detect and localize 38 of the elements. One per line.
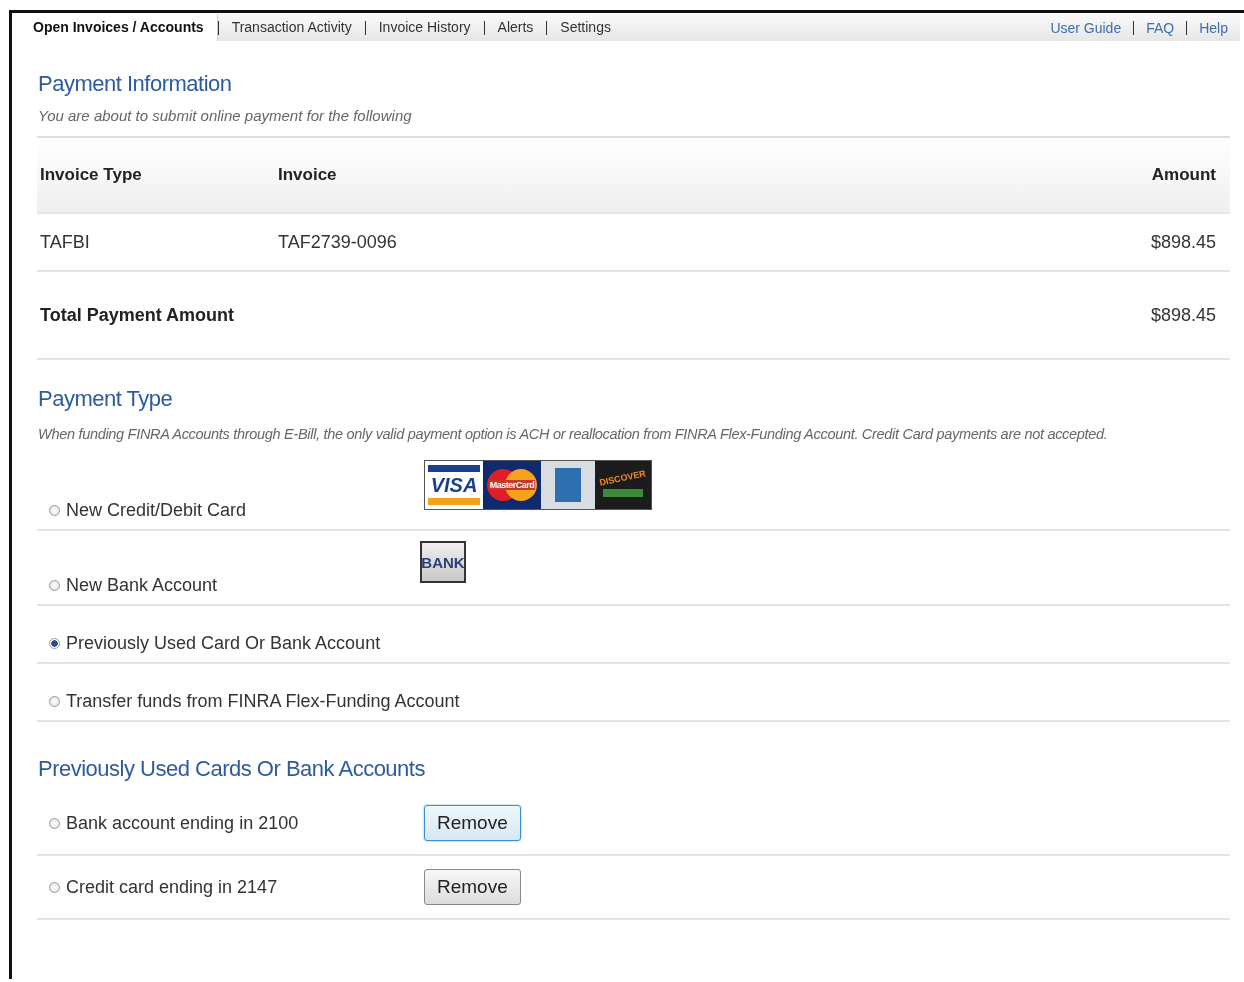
radio-button[interactable] [49, 638, 60, 649]
help-link[interactable]: Help [1187, 19, 1240, 36]
account-label: Credit card ending in 2147 [66, 876, 278, 898]
remove-button[interactable]: Remove [424, 805, 521, 841]
tab[interactable]: Open Invoices / Accounts [20, 14, 218, 41]
option-label: Previously Used Card Or Bank Account [66, 633, 381, 654]
tab[interactable]: Transaction Activity [218, 14, 365, 41]
radio-button[interactable] [49, 881, 60, 893]
column-header: Amount [1151, 165, 1217, 185]
account-label: Bank account ending in 2100 [66, 812, 299, 834]
section-title: Previously Used Cards Or Bank Accounts [38, 756, 426, 782]
table-cell-text: TAF2739-0096 [278, 231, 398, 253]
radio-button[interactable] [49, 696, 60, 707]
option-label: New Credit/Debit Card [66, 500, 247, 521]
radio-button[interactable] [49, 580, 60, 591]
payment-note: When funding FINRA Accounts through E-Bill, the only valid payment option is ACH or reallocation from FINRA Flex-Funding Account. Credit Card payments are not accepted. [38, 426, 1109, 442]
radio-button[interactable] [49, 505, 60, 516]
option-label: New Bank Account [66, 575, 218, 596]
total-amount: $898.45 [1150, 304, 1217, 326]
section-title: Payment Information [38, 71, 233, 97]
card-logo: MasterCard [483, 461, 541, 509]
tab[interactable]: Invoice History [365, 14, 484, 41]
card-logo [541, 461, 595, 509]
section-title: Payment Type [38, 386, 174, 412]
total-label: Total Payment Amount [39, 304, 235, 326]
tab[interactable]: Settings [547, 14, 624, 41]
table-cell-text: $898.45 [1150, 231, 1217, 253]
bank-logo: BANK [420, 541, 466, 583]
section-subtitle: You are about to submit online payment for the following [38, 107, 413, 124]
table-cell-text: TAFBI [39, 231, 91, 253]
radio-button[interactable] [49, 817, 60, 829]
column-header: Invoice Type [39, 165, 143, 185]
remove-button[interactable]: Remove [424, 869, 521, 905]
help-link[interactable]: FAQ [1134, 19, 1187, 36]
help-link[interactable]: User Guide [1038, 19, 1134, 36]
tab[interactable]: Alerts [484, 14, 547, 41]
column-header: Invoice [278, 165, 338, 185]
option-label: Transfer funds from FINRA Flex-Funding Account [66, 691, 460, 712]
